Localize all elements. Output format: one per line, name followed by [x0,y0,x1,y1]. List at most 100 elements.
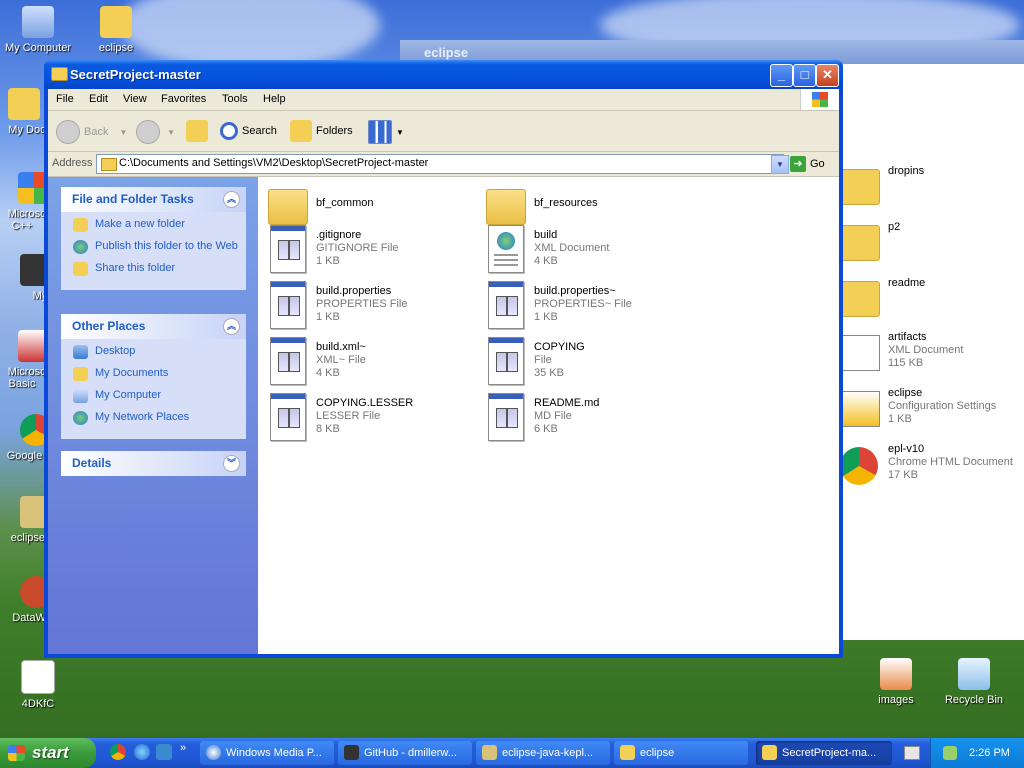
make-new-folder-link[interactable]: Make a new folder [73,218,238,236]
address-input[interactable]: C:\Documents and Settings\VM2\Desktop\Se… [96,154,784,174]
desktop-icon-recycle-bin[interactable]: Recycle Bin [936,658,1012,706]
quicklaunch-ie-icon[interactable] [134,744,150,760]
title-bar[interactable]: SecretProject-master _ □ ✕ [44,60,843,89]
folders-icon [290,120,312,143]
file-item[interactable]: build.properties~ PROPERTIES~ File 1 KB [486,281,696,333]
other-places-header[interactable]: Other Places ︽ [61,314,246,339]
share-folder-link[interactable]: Share this folder [73,262,238,280]
address-bar: Address C:\Documents and Settings\VM2\De… [48,152,839,177]
quicklaunch-app-icon[interactable] [156,744,172,760]
forward-button[interactable]: ▼ [136,120,175,144]
task-github[interactable]: GitHub - dmillerw... [338,741,472,765]
search-icon [220,122,238,141]
place-my-computer-link[interactable]: My Computer [73,389,238,407]
folder-icon [620,745,635,760]
quicklaunch-chrome-icon[interactable] [110,744,126,760]
menu-file[interactable]: File [56,93,74,105]
up-folder-button[interactable] [186,120,212,143]
folder-icon [100,6,132,38]
desktop-icon-images[interactable]: images [858,658,934,706]
xml-document-icon [488,225,524,273]
file-item[interactable]: COPYING.LESSER LESSER File 8 KB [268,393,478,445]
my-documents-icon [73,367,88,381]
quicklaunch-more-icon[interactable]: » [180,742,186,754]
minimize-button[interactable]: _ [770,64,793,87]
desktop-icon-4dkfc[interactable]: 4DKfC [0,660,76,710]
menu-tools[interactable]: Tools [222,93,248,105]
bg-item-p2[interactable]: p2 [840,221,1024,271]
search-button[interactable]: Search [220,120,277,142]
collapse-chevron-icon[interactable]: ︽ [223,318,240,335]
file-item[interactable]: README.md MD File 6 KB [486,393,696,445]
bg-item-readme[interactable]: readme [840,277,1024,327]
chrome-icon [840,447,878,485]
generic-file-icon [488,393,524,441]
desktop-icon-eclipse[interactable]: eclipse [78,6,154,54]
explorer-window[interactable]: SecretProject-master _ □ ✕ File Edit Vie… [44,60,843,658]
bg-item-eclipse[interactable]: eclipse Configuration Settings 1 KB [840,387,1024,437]
maximize-button[interactable]: □ [793,64,816,87]
place-my-documents-link[interactable]: My Documents [73,367,238,385]
forward-arrow-icon [136,120,160,144]
go-button[interactable]: ➜ Go [790,155,825,173]
other-places-panel: Other Places ︽ Desktop My Documents My C… [61,314,246,439]
folder-icon [840,225,880,261]
generic-file-icon [270,281,306,329]
views-button[interactable]: ▼ [368,120,404,144]
menu-bar: File Edit View Favorites Tools Help [48,89,839,111]
details-panel: Details ︾ [61,451,246,476]
file-item[interactable]: COPYING File 35 KB [486,337,696,389]
back-arrow-icon [56,120,80,144]
folder-icon [840,281,880,317]
menu-edit[interactable]: Edit [89,93,108,105]
details-header[interactable]: Details ︾ [61,451,246,476]
place-my-network-places-link[interactable]: My Network Places [73,411,238,429]
collapse-chevron-icon[interactable]: ︽ [223,191,240,208]
bg-item-dropins[interactable]: dropins [840,165,1024,215]
chevron-down-icon: ▼ [396,127,404,137]
menu-help[interactable]: Help [263,93,286,105]
task-secretproject[interactable]: SecretProject-ma... [756,741,892,765]
file-item[interactable]: .gitignore GITIGNORE File 1 KB [268,225,478,277]
media-player-icon [206,745,221,760]
toolbar: Back ▼ ▼ Search Folders ▼ [48,111,839,152]
bg-item-artifacts[interactable]: artifacts XML Document 115 KB [840,331,1024,381]
menu-view[interactable]: View [123,93,147,105]
computer-icon [22,6,54,38]
window-title: SecretProject-master [70,67,201,82]
taskbar: start » Windows Media P... GitHub - dmil… [0,738,1024,768]
address-dropdown-button[interactable]: ▼ [771,155,789,174]
image-file-icon [880,658,912,690]
github-icon [344,745,359,760]
task-windows-media[interactable]: Windows Media P... [200,741,334,765]
network-icon [73,411,88,425]
menu-favorites[interactable]: Favorites [161,93,206,105]
address-path: C:\Documents and Settings\VM2\Desktop\Se… [119,157,429,169]
windows-logo-icon [8,745,25,761]
new-folder-icon [73,218,88,232]
folder-icon [762,745,777,760]
clock[interactable]: 2:26 PM [969,738,1010,768]
file-item[interactable]: build.properties PROPERTIES File 1 KB [268,281,478,333]
task-eclipse-java[interactable]: eclipse-java-kepl... [476,741,610,765]
folders-button[interactable]: Folders [290,120,353,143]
back-button[interactable]: Back ▼ [56,120,127,144]
file-item[interactable]: build XML Document 4 KB [486,225,696,277]
file-folder-tasks-header[interactable]: File and Folder Tasks ︽ [61,187,246,212]
bg-item-epl-v10[interactable]: epl-v10 Chrome HTML Document 17 KB [840,443,1024,493]
place-desktop-link[interactable]: Desktop [73,345,238,363]
file-folder-tasks-panel: File and Folder Tasks ︽ Make a new folde… [61,187,246,290]
address-label: Address [52,157,93,169]
file-item[interactable]: build.xml~ XML~ File 4 KB [268,337,478,389]
expand-chevron-icon[interactable]: ︾ [223,455,240,472]
desktop-icon [73,345,88,359]
desktop-icon-my-computer[interactable]: My Computer [0,6,76,54]
keyboard-icon[interactable] [904,746,920,760]
network-tray-icon[interactable] [943,746,957,760]
task-eclipse-folder[interactable]: eclipse [614,741,748,765]
publish-folder-link[interactable]: Publish this folder to the Web [73,240,238,258]
folder-icon [840,169,880,205]
start-button[interactable]: start [0,738,96,768]
folder-icon [51,67,68,81]
close-button[interactable]: ✕ [816,64,839,87]
